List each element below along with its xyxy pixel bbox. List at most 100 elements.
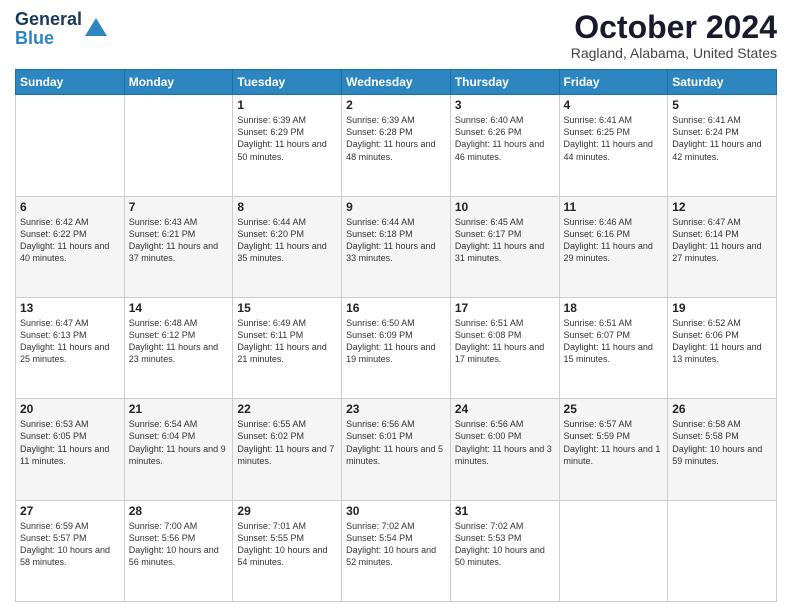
table-cell: 12 Sunrise: 6:47 AM Sunset: 6:14 PM Dayli… xyxy=(668,196,777,297)
day-number: 31 xyxy=(455,504,555,518)
table-cell: 13Sunrise: 6:47 AM Sunset: 6:13 PM Dayli… xyxy=(16,297,125,398)
day-number: 7 xyxy=(129,200,229,214)
table-cell: 17 Sunrise: 6:51 AM Sunset: 6:08 PM Dayli… xyxy=(450,297,559,398)
calendar-table: Sunday Monday Tuesday Wednesday Thursday… xyxy=(15,69,777,602)
table-cell: 30Sunrise: 7:02 AM Sunset: 5:54 PM Dayli… xyxy=(342,500,451,601)
cell-info: Sunrise: 7:00 AM Sunset: 5:56 PM Dayligh… xyxy=(129,520,229,569)
cell-info: Sunrise: 6:39 AM Sunset: 6:28 PM Dayligh… xyxy=(346,114,446,163)
cell-info: Sunrise: 6:44 AM Sunset: 6:18 PM Dayligh… xyxy=(346,216,446,265)
table-cell: 27 Sunrise: 6:59 AM Sunset: 5:57 PM Dayli… xyxy=(16,500,125,601)
table-cell xyxy=(668,500,777,601)
calendar-week-row: 13Sunrise: 6:47 AM Sunset: 6:13 PM Dayli… xyxy=(16,297,777,398)
table-cell: 14 Sunrise: 6:48 AM Sunset: 6:12 PM Dayli… xyxy=(124,297,233,398)
day-number: 20 xyxy=(20,402,120,416)
cell-info: Sunrise: 6:41 AM Sunset: 6:24 PM Dayligh… xyxy=(672,114,772,163)
cell-info: Sunrise: 6:51 AM Sunset: 6:08 PM Dayligh… xyxy=(455,317,555,366)
col-wednesday: Wednesday xyxy=(342,70,451,95)
day-number: 8 xyxy=(237,200,337,214)
cell-info: Sunrise: 6:43 AM Sunset: 6:21 PM Dayligh… xyxy=(129,216,229,265)
table-cell: 23 Sunrise: 6:56 AM Sunset: 6:01 PM Dayli… xyxy=(342,399,451,500)
col-friday: Friday xyxy=(559,70,668,95)
title-block: October 2024 Ragland, Alabama, United St… xyxy=(571,10,777,61)
cell-info: Sunrise: 6:53 AM Sunset: 6:05 PM Dayligh… xyxy=(20,418,120,467)
table-cell: 8 Sunrise: 6:44 AM Sunset: 6:20 PM Daylig… xyxy=(233,196,342,297)
day-number: 26 xyxy=(672,402,772,416)
logo: General Blue xyxy=(15,10,107,48)
cell-info: Sunrise: 6:58 AM Sunset: 5:58 PM Dayligh… xyxy=(672,418,772,467)
calendar-week-row: 20 Sunrise: 6:53 AM Sunset: 6:05 PM Dayli… xyxy=(16,399,777,500)
cell-info: Sunrise: 6:55 AM Sunset: 6:02 PM Dayligh… xyxy=(237,418,337,467)
cell-info: Sunrise: 6:59 AM Sunset: 5:57 PM Dayligh… xyxy=(20,520,120,569)
day-number: 4 xyxy=(564,98,664,112)
day-number: 21 xyxy=(129,402,229,416)
page: General Blue October 2024 Ragland, Alaba… xyxy=(0,0,792,612)
header-row: Sunday Monday Tuesday Wednesday Thursday… xyxy=(16,70,777,95)
cell-info: Sunrise: 6:49 AM Sunset: 6:11 PM Dayligh… xyxy=(237,317,337,366)
header: General Blue October 2024 Ragland, Alaba… xyxy=(15,10,777,61)
table-cell: 11Sunrise: 6:46 AM Sunset: 6:16 PM Dayli… xyxy=(559,196,668,297)
calendar-week-row: 27 Sunrise: 6:59 AM Sunset: 5:57 PM Dayli… xyxy=(16,500,777,601)
table-cell: 7 Sunrise: 6:43 AM Sunset: 6:21 PM Daylig… xyxy=(124,196,233,297)
table-cell: 10 Sunrise: 6:45 AM Sunset: 6:17 PM Dayli… xyxy=(450,196,559,297)
day-number: 3 xyxy=(455,98,555,112)
table-cell: 2 Sunrise: 6:39 AM Sunset: 6:28 PM Daylig… xyxy=(342,95,451,196)
table-cell: 4Sunrise: 6:41 AM Sunset: 6:25 PM Daylig… xyxy=(559,95,668,196)
cell-info: Sunrise: 7:01 AM Sunset: 5:55 PM Dayligh… xyxy=(237,520,337,569)
table-cell: 26 Sunrise: 6:58 AM Sunset: 5:58 PM Dayli… xyxy=(668,399,777,500)
cell-info: Sunrise: 7:02 AM Sunset: 5:54 PM Dayligh… xyxy=(346,520,446,569)
day-number: 17 xyxy=(455,301,555,315)
table-cell: 21Sunrise: 6:54 AM Sunset: 6:04 PM Dayli… xyxy=(124,399,233,500)
table-cell xyxy=(16,95,125,196)
day-number: 23 xyxy=(346,402,446,416)
day-number: 10 xyxy=(455,200,555,214)
calendar-week-row: 6 Sunrise: 6:42 AM Sunset: 6:22 PM Daylig… xyxy=(16,196,777,297)
day-number: 24 xyxy=(455,402,555,416)
table-cell: 9 Sunrise: 6:44 AM Sunset: 6:18 PM Daylig… xyxy=(342,196,451,297)
cell-info: Sunrise: 6:56 AM Sunset: 6:01 PM Dayligh… xyxy=(346,418,446,467)
col-monday: Monday xyxy=(124,70,233,95)
table-cell: 6 Sunrise: 6:42 AM Sunset: 6:22 PM Daylig… xyxy=(16,196,125,297)
day-number: 29 xyxy=(237,504,337,518)
cell-info: Sunrise: 6:39 AM Sunset: 6:29 PM Dayligh… xyxy=(237,114,337,163)
day-number: 15 xyxy=(237,301,337,315)
cell-info: Sunrise: 6:50 AM Sunset: 6:09 PM Dayligh… xyxy=(346,317,446,366)
calendar-week-row: 1 Sunrise: 6:39 AM Sunset: 6:29 PM Daylig… xyxy=(16,95,777,196)
day-number: 1 xyxy=(237,98,337,112)
day-number: 27 xyxy=(20,504,120,518)
day-number: 6 xyxy=(20,200,120,214)
day-number: 22 xyxy=(237,402,337,416)
day-number: 9 xyxy=(346,200,446,214)
cell-info: Sunrise: 6:42 AM Sunset: 6:22 PM Dayligh… xyxy=(20,216,120,265)
logo-icon xyxy=(85,18,107,41)
cell-info: Sunrise: 7:02 AM Sunset: 5:53 PM Dayligh… xyxy=(455,520,555,569)
cell-info: Sunrise: 6:47 AM Sunset: 6:14 PM Dayligh… xyxy=(672,216,772,265)
table-cell: 31 Sunrise: 7:02 AM Sunset: 5:53 PM Dayli… xyxy=(450,500,559,601)
logo-line1: General xyxy=(15,10,82,29)
col-saturday: Saturday xyxy=(668,70,777,95)
table-cell: 16 Sunrise: 6:50 AM Sunset: 6:09 PM Dayli… xyxy=(342,297,451,398)
cell-info: Sunrise: 6:46 AM Sunset: 6:16 PM Dayligh… xyxy=(564,216,664,265)
col-tuesday: Tuesday xyxy=(233,70,342,95)
day-number: 12 xyxy=(672,200,772,214)
table-cell xyxy=(124,95,233,196)
table-cell: 18Sunrise: 6:51 AM Sunset: 6:07 PM Dayli… xyxy=(559,297,668,398)
table-cell xyxy=(559,500,668,601)
logo-line2: Blue xyxy=(15,29,82,48)
cell-info: Sunrise: 6:57 AM Sunset: 5:59 PM Dayligh… xyxy=(564,418,664,467)
day-number: 28 xyxy=(129,504,229,518)
table-cell: 15 Sunrise: 6:49 AM Sunset: 6:11 PM Dayli… xyxy=(233,297,342,398)
cell-info: Sunrise: 6:48 AM Sunset: 6:12 PM Dayligh… xyxy=(129,317,229,366)
table-cell: 28 Sunrise: 7:00 AM Sunset: 5:56 PM Dayli… xyxy=(124,500,233,601)
table-cell: 24Sunrise: 6:56 AM Sunset: 6:00 PM Dayli… xyxy=(450,399,559,500)
table-cell: 1 Sunrise: 6:39 AM Sunset: 6:29 PM Daylig… xyxy=(233,95,342,196)
table-cell: 5Sunrise: 6:41 AM Sunset: 6:24 PM Daylig… xyxy=(668,95,777,196)
day-number: 14 xyxy=(129,301,229,315)
table-cell: 25 Sunrise: 6:57 AM Sunset: 5:59 PM Dayli… xyxy=(559,399,668,500)
month-title: October 2024 xyxy=(571,10,777,45)
cell-info: Sunrise: 6:44 AM Sunset: 6:20 PM Dayligh… xyxy=(237,216,337,265)
table-cell: 22 Sunrise: 6:55 AM Sunset: 6:02 PM Dayli… xyxy=(233,399,342,500)
day-number: 16 xyxy=(346,301,446,315)
day-number: 25 xyxy=(564,402,664,416)
cell-info: Sunrise: 6:45 AM Sunset: 6:17 PM Dayligh… xyxy=(455,216,555,265)
day-number: 2 xyxy=(346,98,446,112)
